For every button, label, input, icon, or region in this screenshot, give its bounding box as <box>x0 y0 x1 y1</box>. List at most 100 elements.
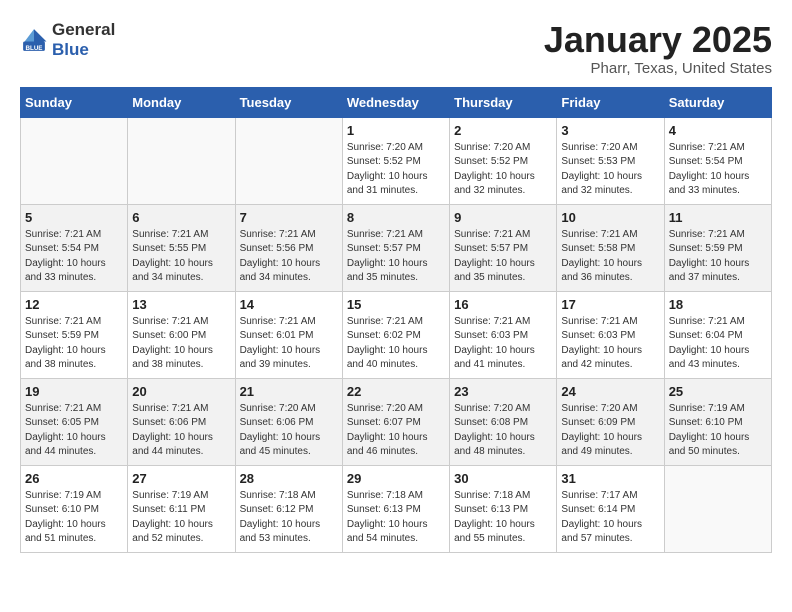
day-info: Sunrise: 7:21 AMSunset: 6:04 PMDaylight:… <box>669 315 767 373</box>
calendar-week-row: 19 Sunrise: 7:21 AMSunset: 6:05 PMDayligh… <box>21 378 772 465</box>
day-info: Sunrise: 7:18 AMSunset: 6:13 PMDaylight:… <box>347 489 445 547</box>
day-number: 19 <box>25 384 123 399</box>
calendar-day-cell: 22Sunrise: 7:20 AMSunset: 6:07 PMDayligh… <box>342 378 449 465</box>
day-number: 20 <box>132 384 230 399</box>
day-number: 10 <box>561 210 659 225</box>
calendar-day-cell: 6 Sunrise: 7:21 AMSunset: 5:55 PMDaylight… <box>128 204 235 291</box>
calendar-table: SundayMondayTuesdayWednesdayThursdayFrid… <box>20 87 772 553</box>
calendar-day-cell: 13 Sunrise: 7:21 AMSunset: 6:00 PMDayligh… <box>128 291 235 378</box>
day-number: 26 <box>25 471 123 486</box>
calendar-day-cell <box>235 117 342 204</box>
calendar-day-cell: 29Sunrise: 7:18 AMSunset: 6:13 PMDayligh… <box>342 465 449 552</box>
calendar-day-cell: 18 Sunrise: 7:21 AMSunset: 6:04 PMDayligh… <box>664 291 771 378</box>
calendar-day-cell: 23 Sunrise: 7:20 AMSunset: 6:08 PMDayligh… <box>450 378 557 465</box>
day-number: 8 <box>347 210 445 225</box>
day-info: Sunrise: 7:20 AMSunset: 5:52 PMDaylight:… <box>347 141 445 199</box>
calendar-day-cell: 17 Sunrise: 7:21 AMSunset: 6:03 PMDayligh… <box>557 291 664 378</box>
logo-blue-text: Blue <box>52 40 89 59</box>
calendar-week-row: 1 Sunrise: 7:20 AMSunset: 5:52 PMDaylight… <box>21 117 772 204</box>
day-info: Sunrise: 7:21 AMSunset: 6:03 PMDaylight:… <box>454 315 552 373</box>
weekday-header-thursday: Thursday <box>450 87 557 117</box>
day-info: Sunrise: 7:21 AMSunset: 5:57 PMDaylight:… <box>454 228 552 286</box>
calendar-subtitle: Pharr, Texas, United States <box>544 60 772 77</box>
weekday-header-wednesday: Wednesday <box>342 87 449 117</box>
day-info: Sunrise: 7:21 AMSunset: 6:05 PMDaylight:… <box>25 402 123 460</box>
day-number: 18 <box>669 297 767 312</box>
day-info: Sunrise: 7:21 AMSunset: 5:55 PMDaylight:… <box>132 228 230 286</box>
day-number: 6 <box>132 210 230 225</box>
day-number: 11 <box>669 210 767 225</box>
day-info: Sunrise: 7:20 AMSunset: 6:06 PMDaylight:… <box>240 402 338 460</box>
weekday-header-monday: Monday <box>128 87 235 117</box>
day-info: Sunrise: 7:19 AMSunset: 6:10 PMDaylight:… <box>25 489 123 547</box>
calendar-day-cell: 12 Sunrise: 7:21 AMSunset: 5:59 PMDayligh… <box>21 291 128 378</box>
day-number: 28 <box>240 471 338 486</box>
calendar-day-cell: 30Sunrise: 7:18 AMSunset: 6:13 PMDayligh… <box>450 465 557 552</box>
calendar-day-cell: 24 Sunrise: 7:20 AMSunset: 6:09 PMDayligh… <box>557 378 664 465</box>
day-number: 23 <box>454 384 552 399</box>
day-info: Sunrise: 7:21 AMSunset: 5:59 PMDaylight:… <box>669 228 767 286</box>
day-number: 14 <box>240 297 338 312</box>
day-number: 13 <box>132 297 230 312</box>
calendar-day-cell <box>664 465 771 552</box>
calendar-week-row: 26 Sunrise: 7:19 AMSunset: 6:10 PMDayligh… <box>21 465 772 552</box>
calendar-day-cell: 14Sunrise: 7:21 AMSunset: 6:01 PMDayligh… <box>235 291 342 378</box>
day-info: Sunrise: 7:20 AMSunset: 5:52 PMDaylight:… <box>454 141 552 199</box>
day-number: 16 <box>454 297 552 312</box>
page-header: BLUE General Blue January 2025 Pharr, Te… <box>20 20 772 77</box>
day-info: Sunrise: 7:21 AMSunset: 6:02 PMDaylight:… <box>347 315 445 373</box>
day-number: 27 <box>132 471 230 486</box>
calendar-day-cell: 16 Sunrise: 7:21 AMSunset: 6:03 PMDayligh… <box>450 291 557 378</box>
calendar-day-cell: 27 Sunrise: 7:19 AMSunset: 6:11 PMDayligh… <box>128 465 235 552</box>
day-number: 25 <box>669 384 767 399</box>
day-number: 12 <box>25 297 123 312</box>
calendar-title: January 2025 <box>544 20 772 60</box>
weekday-header-tuesday: Tuesday <box>235 87 342 117</box>
calendar-day-cell: 8 Sunrise: 7:21 AMSunset: 5:57 PMDaylight… <box>342 204 449 291</box>
weekday-header-sunday: Sunday <box>21 87 128 117</box>
day-number: 15 <box>347 297 445 312</box>
logo-general-text: General <box>52 20 115 39</box>
day-number: 17 <box>561 297 659 312</box>
calendar-day-cell: 7Sunrise: 7:21 AMSunset: 5:56 PMDaylight… <box>235 204 342 291</box>
day-number: 3 <box>561 123 659 138</box>
day-info: Sunrise: 7:19 AMSunset: 6:11 PMDaylight:… <box>132 489 230 547</box>
calendar-day-cell: 11 Sunrise: 7:21 AMSunset: 5:59 PMDayligh… <box>664 204 771 291</box>
day-number: 5 <box>25 210 123 225</box>
day-info: Sunrise: 7:20 AMSunset: 6:08 PMDaylight:… <box>454 402 552 460</box>
day-info: Sunrise: 7:21 AMSunset: 6:03 PMDaylight:… <box>561 315 659 373</box>
day-number: 4 <box>669 123 767 138</box>
calendar-day-cell <box>21 117 128 204</box>
day-info: Sunrise: 7:20 AMSunset: 6:09 PMDaylight:… <box>561 402 659 460</box>
calendar-day-cell: 1 Sunrise: 7:20 AMSunset: 5:52 PMDaylight… <box>342 117 449 204</box>
day-number: 22 <box>347 384 445 399</box>
calendar-day-cell: 15 Sunrise: 7:21 AMSunset: 6:02 PMDayligh… <box>342 291 449 378</box>
day-info: Sunrise: 7:17 AMSunset: 6:14 PMDaylight:… <box>561 489 659 547</box>
day-number: 31 <box>561 471 659 486</box>
weekday-header-row: SundayMondayTuesdayWednesdayThursdayFrid… <box>21 87 772 117</box>
weekday-header-saturday: Saturday <box>664 87 771 117</box>
calendar-week-row: 5Sunrise: 7:21 AMSunset: 5:54 PMDaylight… <box>21 204 772 291</box>
title-area: January 2025 Pharr, Texas, United States <box>544 20 772 77</box>
day-number: 24 <box>561 384 659 399</box>
day-number: 1 <box>347 123 445 138</box>
calendar-day-cell: 19 Sunrise: 7:21 AMSunset: 6:05 PMDayligh… <box>21 378 128 465</box>
calendar-day-cell: 20Sunrise: 7:21 AMSunset: 6:06 PMDayligh… <box>128 378 235 465</box>
calendar-day-cell: 25 Sunrise: 7:19 AMSunset: 6:10 PMDayligh… <box>664 378 771 465</box>
calendar-day-cell: 9Sunrise: 7:21 AMSunset: 5:57 PMDaylight… <box>450 204 557 291</box>
calendar-day-cell: 31 Sunrise: 7:17 AMSunset: 6:14 PMDayligh… <box>557 465 664 552</box>
day-info: Sunrise: 7:21 AMSunset: 5:59 PMDaylight:… <box>25 315 123 373</box>
logo: BLUE General Blue <box>20 20 115 60</box>
weekday-header-friday: Friday <box>557 87 664 117</box>
calendar-day-cell: 4Sunrise: 7:21 AMSunset: 5:54 PMDaylight… <box>664 117 771 204</box>
day-info: Sunrise: 7:19 AMSunset: 6:10 PMDaylight:… <box>669 402 767 460</box>
day-info: Sunrise: 7:20 AMSunset: 5:53 PMDaylight:… <box>561 141 659 199</box>
day-info: Sunrise: 7:21 AMSunset: 5:56 PMDaylight:… <box>240 228 338 286</box>
calendar-day-cell: 5Sunrise: 7:21 AMSunset: 5:54 PMDaylight… <box>21 204 128 291</box>
day-number: 30 <box>454 471 552 486</box>
calendar-day-cell: 21Sunrise: 7:20 AMSunset: 6:06 PMDayligh… <box>235 378 342 465</box>
calendar-day-cell: 3 Sunrise: 7:20 AMSunset: 5:53 PMDaylight… <box>557 117 664 204</box>
day-info: Sunrise: 7:21 AMSunset: 5:57 PMDaylight:… <box>347 228 445 286</box>
day-info: Sunrise: 7:21 AMSunset: 6:00 PMDaylight:… <box>132 315 230 373</box>
svg-text:BLUE: BLUE <box>26 45 43 52</box>
